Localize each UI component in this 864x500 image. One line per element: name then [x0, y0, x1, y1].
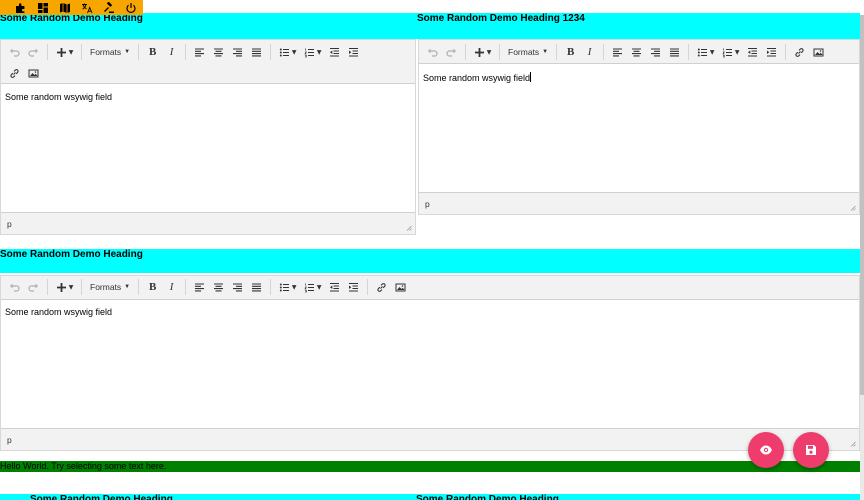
wysiwyg-editor-second: ▼ Formats ▼ B I ▼ ▼ Some random wsywig fi… [0, 275, 860, 451]
formats-label: Formats [90, 47, 122, 57]
align-left-icon[interactable] [608, 43, 627, 61]
redo-icon[interactable] [24, 278, 43, 296]
element-path[interactable]: p [7, 219, 12, 229]
undo-icon[interactable] [423, 43, 442, 61]
editor-text: Some random wsywig field [5, 92, 113, 102]
scrollbar-thumb[interactable] [860, 15, 864, 395]
editor-content-area[interactable]: Some random wsywig field [419, 66, 859, 89]
hello-text: Hello World. Try selecting some text her… [0, 461, 167, 471]
section-heading-left: Some Random Demo Heading [0, 13, 416, 39]
editor-toolbar: ▼ Formats ▼ B I ▼ ▼ [1, 40, 415, 84]
redo-icon[interactable] [442, 43, 461, 61]
align-justify-icon[interactable] [247, 43, 266, 61]
formats-label: Formats [90, 282, 122, 292]
italic-glyph: I [587, 46, 592, 58]
hello-world-text[interactable]: Hello World. Try selecting some text her… [0, 461, 860, 472]
bold-button[interactable]: B [143, 43, 162, 61]
editor-toolbar: ▼ Formats ▼ B I ▼ ▼ [1, 276, 859, 300]
wysiwyg-editor-right: ▼ Formats ▼ B I ▼ ▼ Some random wsywig fi… [418, 39, 860, 215]
bold-button[interactable]: B [561, 43, 580, 61]
numbered-list-icon[interactable]: ▼ [300, 43, 325, 61]
italic-button[interactable]: I [162, 43, 181, 61]
bold-glyph: B [148, 46, 157, 58]
section-heading-second: Some Random Demo Heading [0, 249, 860, 273]
editor-content-area[interactable]: Some random wsywig field [1, 86, 415, 108]
undo-icon[interactable] [5, 43, 24, 61]
editor-toolbar: ▼ Formats ▼ B I ▼ ▼ [419, 40, 859, 64]
formats-label: Formats [508, 47, 540, 57]
bold-button[interactable]: B [143, 278, 162, 296]
outdent-icon[interactable] [325, 43, 344, 61]
align-center-icon[interactable] [627, 43, 646, 61]
resize-handle[interactable] [406, 225, 412, 231]
indent-icon[interactable] [762, 43, 781, 61]
link-icon[interactable] [790, 43, 809, 61]
indent-icon[interactable] [344, 278, 363, 296]
element-path[interactable]: p [425, 199, 430, 209]
eye-icon [759, 443, 773, 457]
section-heading-bottom-right: Some Random Demo Heading [416, 494, 860, 500]
bullet-list-icon[interactable]: ▼ [693, 43, 718, 61]
preview-button[interactable] [748, 432, 784, 468]
outdent-icon[interactable] [325, 278, 344, 296]
save-icon [804, 443, 818, 457]
editor-content-area[interactable]: Some random wsywig field [1, 301, 859, 323]
numbered-list-icon[interactable]: ▼ [300, 278, 325, 296]
align-center-icon[interactable] [209, 43, 228, 61]
numbered-list-icon[interactable]: ▼ [718, 43, 743, 61]
page-scrollbar[interactable] [860, 15, 864, 500]
align-center-icon[interactable] [209, 278, 228, 296]
editor-statusbar: p [419, 192, 859, 214]
resize-handle[interactable] [850, 441, 856, 447]
map-icon[interactable] [58, 1, 72, 15]
editor-text: Some random wsywig field [5, 307, 113, 317]
italic-button[interactable]: I [162, 278, 181, 296]
align-right-icon[interactable] [228, 43, 247, 61]
save-button[interactable] [793, 432, 829, 468]
align-justify-icon[interactable] [247, 278, 266, 296]
italic-button[interactable]: I [580, 43, 599, 61]
translate-icon[interactable] [80, 1, 94, 15]
editor-text: Some random wsywig field [423, 73, 531, 83]
undo-icon[interactable] [5, 278, 24, 296]
bullet-list-icon[interactable]: ▼ [275, 43, 300, 61]
image-icon[interactable] [24, 64, 43, 82]
insert-plus-icon[interactable]: ▼ [52, 278, 77, 296]
outdent-icon[interactable] [743, 43, 762, 61]
link-icon[interactable] [372, 278, 391, 296]
insert-plus-icon[interactable]: ▼ [470, 43, 495, 61]
bold-glyph: B [148, 281, 157, 293]
image-icon[interactable] [391, 278, 410, 296]
link-icon[interactable] [5, 64, 24, 82]
text-cursor [530, 72, 532, 82]
editor-statusbar: p [1, 212, 415, 234]
formats-dropdown[interactable]: Formats ▼ [86, 43, 134, 61]
editor-statusbar: p [1, 428, 859, 450]
resize-handle[interactable] [850, 205, 856, 211]
puzzle-icon[interactable] [14, 1, 28, 15]
dashboard-icon[interactable] [36, 1, 50, 15]
bold-glyph: B [566, 46, 575, 58]
wysiwyg-editor-left: ▼ Formats ▼ B I ▼ ▼ Some random wsywig fi… [0, 39, 416, 235]
redo-icon[interactable] [24, 43, 43, 61]
italic-glyph: I [169, 281, 174, 293]
gavel-icon[interactable] [102, 1, 116, 15]
formats-dropdown[interactable]: Formats ▼ [504, 43, 552, 61]
section-heading-right: Some Random Demo Heading 1234 [416, 13, 860, 39]
align-left-icon[interactable] [190, 278, 209, 296]
italic-glyph: I [169, 46, 174, 58]
power-icon[interactable] [124, 1, 138, 15]
indent-icon[interactable] [344, 43, 363, 61]
admin-toolbar [0, 0, 143, 15]
bullet-list-icon[interactable]: ▼ [275, 278, 300, 296]
insert-plus-icon[interactable]: ▼ [52, 43, 77, 61]
align-right-icon[interactable] [228, 278, 247, 296]
element-path[interactable]: p [7, 435, 12, 445]
align-left-icon[interactable] [190, 43, 209, 61]
section-heading-bottom-left: Some Random Demo Heading [0, 494, 416, 500]
align-justify-icon[interactable] [665, 43, 684, 61]
image-icon[interactable] [809, 43, 828, 61]
align-right-icon[interactable] [646, 43, 665, 61]
formats-dropdown[interactable]: Formats ▼ [86, 278, 134, 296]
